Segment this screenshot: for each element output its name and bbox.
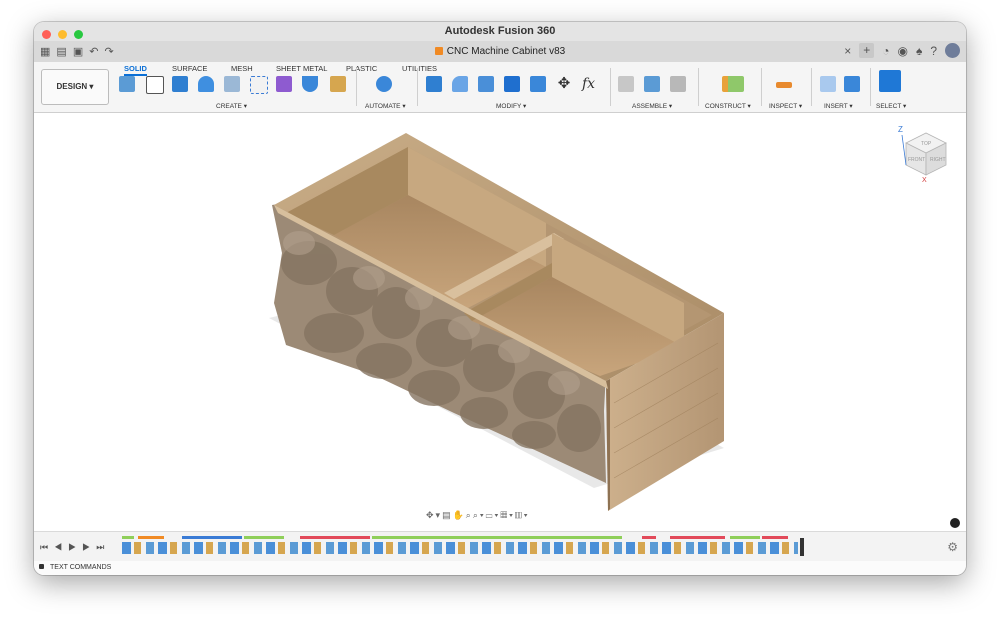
create-form-icon[interactable] bbox=[276, 76, 292, 92]
minimize-window-button[interactable] bbox=[58, 30, 68, 39]
modify-group-label[interactable]: MODIFY ▾ bbox=[496, 102, 526, 110]
viewports-icon[interactable]: ▥▾ bbox=[515, 510, 530, 520]
new-tab-button[interactable]: + bbox=[859, 43, 875, 58]
z-axis-line bbox=[901, 134, 907, 166]
toolbar-ribbon: DESIGN ▾ SOLID SURFACE MESH SHEET METAL … bbox=[34, 62, 966, 113]
navigation-bar: ✥▾▤✋⌕⌕▾▭▾▦▾▥▾ bbox=[426, 510, 530, 521]
document-tab-bar: ▦▤▣↶↷ CNC Machine Cabinet v83 × + ◔ ◉ ♠ … bbox=[34, 41, 966, 62]
automate-icon[interactable] bbox=[376, 76, 392, 92]
shell-icon[interactable] bbox=[504, 76, 520, 92]
text-commands-toggle-icon[interactable] bbox=[39, 564, 44, 569]
grid-snap-icon[interactable]: ▦▾ bbox=[500, 510, 515, 520]
inspect-group-label[interactable]: INSPECT ▾ bbox=[769, 102, 802, 110]
create-group-label[interactable]: CREATE ▾ bbox=[216, 102, 247, 110]
motion-link-icon[interactable] bbox=[670, 76, 686, 92]
ribbon-separator bbox=[417, 68, 418, 106]
tab-utilities[interactable]: UTILITIES bbox=[402, 64, 437, 73]
graphics-canvas[interactable]: Z TOP FRONT RIGHT X ✥▾▤✋⌕⌕▾▭▾▦▾▥▾ bbox=[34, 113, 966, 531]
timeline-playback-controls: ⏮◀▶▶⏭ bbox=[40, 542, 110, 553]
ribbon-separator bbox=[698, 68, 699, 106]
notifications-bell-icon[interactable]: ♠ bbox=[916, 44, 922, 58]
play-icon[interactable]: ▶ bbox=[68, 542, 82, 552]
ribbon-separator bbox=[610, 68, 611, 106]
fit-zoom-icon[interactable]: ⌕▾ bbox=[473, 510, 486, 520]
workspace-switcher-button[interactable]: DESIGN ▾ bbox=[41, 69, 109, 105]
user-avatar[interactable] bbox=[945, 43, 960, 58]
viewcube-top-label: TOP bbox=[921, 141, 932, 147]
tab-mesh[interactable]: MESH bbox=[231, 64, 253, 73]
timeline: ⏮◀▶▶⏭ ⚙ bbox=[34, 531, 966, 562]
comments-icon[interactable] bbox=[950, 518, 960, 528]
rectangular-pattern-icon[interactable] bbox=[250, 76, 268, 94]
z-axis-label: Z bbox=[898, 125, 903, 134]
offset-plane-icon[interactable] bbox=[722, 76, 744, 92]
title-bar: Autodesk Fusion 360 bbox=[34, 22, 966, 41]
tab-solid[interactable]: SOLID bbox=[124, 64, 147, 76]
go-to-start-icon[interactable]: ⏮ bbox=[40, 542, 54, 552]
x-axis-label: X bbox=[922, 177, 927, 183]
timeline-marker[interactable] bbox=[800, 538, 804, 556]
ribbon-separator bbox=[356, 68, 357, 106]
text-commands-bar[interactable]: TEXT COMMANDS bbox=[34, 561, 966, 575]
revolve-icon[interactable] bbox=[198, 76, 214, 92]
viewcube-front-label: FRONT bbox=[908, 157, 925, 163]
select-icon[interactable] bbox=[879, 70, 901, 92]
insert-derive-icon[interactable] bbox=[820, 76, 836, 92]
ribbon-separator bbox=[811, 68, 812, 106]
document-tab-label: CNC Machine Cabinet v83 bbox=[446, 46, 566, 57]
insert-group-label[interactable]: INSERT ▾ bbox=[824, 102, 853, 110]
look-at-icon[interactable]: ▤ bbox=[442, 510, 453, 520]
tab-surface[interactable]: SURFACE bbox=[172, 64, 207, 73]
app-window: Autodesk Fusion 360 ▦▤▣↶↷ CNC Machine Ca… bbox=[34, 22, 966, 575]
measure-icon[interactable] bbox=[776, 82, 792, 88]
fillet-icon[interactable] bbox=[452, 76, 468, 92]
help-icon[interactable]: ? bbox=[930, 44, 937, 58]
extrude-icon[interactable] bbox=[172, 76, 188, 92]
select-group-label[interactable]: SELECT ▾ bbox=[876, 102, 906, 110]
as-built-joint-icon[interactable] bbox=[644, 76, 660, 92]
create-sketch-icon[interactable] bbox=[146, 76, 164, 94]
step-forward-icon[interactable]: ▶ bbox=[82, 542, 96, 552]
automate-group-label[interactable]: AUTOMATE ▾ bbox=[365, 102, 406, 110]
decal-icon[interactable] bbox=[330, 76, 346, 92]
display-settings-icon[interactable]: ▭▾ bbox=[486, 510, 501, 520]
viewcube[interactable]: Z TOP FRONT RIGHT X bbox=[896, 123, 950, 188]
viewcube-right-label: RIGHT bbox=[930, 157, 946, 163]
move-copy-icon[interactable]: ✥ bbox=[556, 76, 572, 92]
timeline-operations[interactable] bbox=[122, 536, 816, 558]
extensions-icon[interactable]: ◉ bbox=[897, 44, 907, 58]
pan-hand-icon[interactable]: ✋ bbox=[453, 510, 466, 520]
new-component-icon[interactable] bbox=[119, 76, 135, 92]
chamfer-icon[interactable] bbox=[478, 76, 494, 92]
construct-group-label[interactable]: CONSTRUCT ▾ bbox=[705, 102, 751, 110]
zoom-window-button[interactable] bbox=[74, 30, 84, 39]
joint-icon[interactable] bbox=[618, 76, 634, 92]
parameters-fx-icon[interactable]: fx bbox=[582, 76, 604, 92]
design-cube-icon bbox=[434, 47, 443, 55]
close-window-button[interactable] bbox=[42, 30, 51, 39]
close-tab-icon[interactable]: × bbox=[844, 44, 851, 58]
job-status-icon[interactable]: ◔ bbox=[882, 44, 889, 58]
window-title: Autodesk Fusion 360 bbox=[444, 25, 556, 37]
insert-canvas-icon[interactable] bbox=[844, 76, 860, 92]
cabinet-3d-model[interactable] bbox=[34, 113, 966, 531]
zoom-icon[interactable]: ⌕ bbox=[466, 510, 473, 520]
mirror-body-icon[interactable] bbox=[302, 76, 318, 92]
ribbon-separator bbox=[870, 68, 871, 106]
ribbon-separator bbox=[761, 68, 762, 106]
timeline-settings-gear-icon[interactable]: ⚙ bbox=[947, 540, 958, 554]
tab-plastic[interactable]: PLASTIC bbox=[346, 64, 377, 73]
orbit-icon[interactable]: ✥▾ bbox=[426, 510, 442, 520]
assemble-group-label[interactable]: ASSEMBLE ▾ bbox=[632, 102, 672, 110]
split-body-icon[interactable] bbox=[530, 76, 546, 92]
go-to-end-icon[interactable]: ⏭ bbox=[96, 542, 110, 552]
tab-sheet-metal[interactable]: SHEET METAL bbox=[276, 64, 327, 73]
tab-bar-right-controls: × + ◔ ◉ ♠ ? bbox=[844, 43, 960, 58]
press-pull-icon[interactable] bbox=[426, 76, 442, 92]
step-back-icon[interactable]: ◀ bbox=[54, 542, 68, 552]
hole-icon[interactable] bbox=[224, 76, 240, 92]
document-tab[interactable]: CNC Machine Cabinet v83 bbox=[34, 41, 966, 62]
text-commands-label: TEXT COMMANDS bbox=[50, 564, 112, 571]
